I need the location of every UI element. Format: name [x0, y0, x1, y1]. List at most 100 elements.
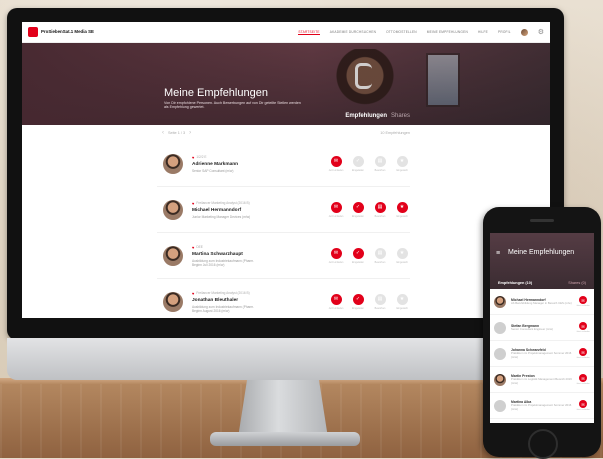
recommendation-count: 10 Empfehlungen	[380, 131, 410, 135]
action-label: Jetzt einladen	[328, 214, 344, 218]
list-item[interactable]: Martina Alba Praktikum im Projektmanagem…	[490, 393, 594, 419]
logo-mark-icon	[28, 27, 38, 37]
invited-action[interactable]: ✓ Eingeladen	[350, 155, 366, 172]
action-label: Eingeladen	[352, 168, 364, 172]
hero-tabs: Empfehlungen Shares	[345, 113, 410, 119]
phone-home-button[interactable]	[528, 429, 558, 459]
action-label: Beworben	[374, 306, 386, 310]
hired-action[interactable]: ★ Eingestellt	[394, 155, 410, 172]
list-item[interactable]: Michael Hermanndorf Ab Berufsbildung Man…	[490, 289, 594, 315]
tab-shares[interactable]: Shares	[391, 113, 410, 119]
star-icon: ★	[396, 293, 408, 305]
user-avatar[interactable]	[520, 28, 528, 36]
phone-header: ≡ Meine Empfehlungen Empfehlungen (10) S…	[490, 233, 594, 289]
phone-tab-shares[interactable]: Shares (0)	[568, 281, 586, 285]
hired-action[interactable]: ★ Eingestellt	[394, 201, 410, 218]
hamburger-menu-icon[interactable]: ≡	[496, 250, 500, 257]
list-item-info: Martin Preston Praktikum im Logistik Man…	[511, 374, 576, 385]
heart-icon: ♥	[192, 244, 195, 250]
row-desc: Junior Marketing Manager Devices (m/w)	[192, 214, 251, 219]
action-label: Jetzt einladen	[576, 305, 590, 307]
list-item[interactable]: Johanna Schwarzfeld Praktikum im Projekt…	[490, 341, 594, 367]
row-meta-text: Freilancer Marketing Analyst (2016 B)	[196, 291, 250, 295]
table-row[interactable]: ♥ Freilancer Marketing Analyst (2016 B) J…	[157, 279, 410, 318]
action-label: Jetzt einladen	[576, 383, 590, 385]
table-row[interactable]: ♥ 1/2/2 E Adrienne Markmann Senior SAP Co…	[157, 141, 410, 187]
invite-action[interactable]: ✉ Jetzt einladen	[576, 348, 590, 359]
phone-device: ≡ Meine Empfehlungen Empfehlungen (10) S…	[483, 207, 601, 459]
row-meta-text: Freilancer Marketing Analyst (2016 B)	[196, 201, 250, 205]
heart-icon: ♥	[192, 200, 195, 206]
page-indicator: Seite 1 / 3	[168, 131, 186, 135]
hero-banner: Meine Empfehlungen Von Dir empfohlene Pe…	[22, 43, 550, 125]
chevron-left-icon[interactable]: ‹	[162, 130, 164, 136]
action-label: Eingestellt	[396, 168, 408, 172]
chevron-right-icon[interactable]: ›	[189, 130, 191, 136]
recommendation-list: ♥ 1/2/2 E Adrienne Markmann Senior SAP Co…	[157, 141, 410, 318]
mail-icon: ✉	[330, 247, 342, 259]
applied-action[interactable]: ▤ Beworben	[372, 247, 388, 264]
phone-speaker	[530, 219, 554, 222]
tab-empfehlungen[interactable]: Empfehlungen	[345, 113, 387, 119]
avatar	[494, 347, 506, 360]
invited-action[interactable]: ✓ Eingeladen	[350, 201, 366, 218]
action-label: Jetzt einladen	[576, 331, 590, 333]
avatar	[163, 153, 183, 174]
table-row[interactable]: ♥ Freilancer Marketing Analyst (2016 B) M…	[157, 187, 410, 233]
applied-action[interactable]: ▤ Beworben	[372, 155, 388, 172]
gear-icon[interactable]: ⚙	[538, 29, 544, 36]
nav-item-akademie[interactable]: AKADEMIE DURCHSUCHEN	[330, 30, 376, 34]
document-icon: ▤	[374, 155, 386, 167]
invite-action[interactable]: ✉ Jetzt einladen	[328, 293, 344, 310]
row-info: ♥ Freilancer Marketing Analyst (2016 B) J…	[192, 291, 328, 313]
invite-action[interactable]: ✉ Jetzt einladen	[576, 322, 590, 333]
mail-icon: ✉	[330, 201, 342, 213]
page-title: Meine Empfehlungen	[164, 87, 268, 99]
hired-action[interactable]: ★ Eingestellt	[394, 247, 410, 264]
list-item-desc: Praktikum im Projektmanagement Sommer 20…	[511, 351, 572, 359]
invite-action[interactable]: ✉ Jetzt einladen	[328, 201, 344, 218]
list-item-desc: Ab Berufsbildung Manager in Bereich CES …	[511, 300, 572, 305]
hero-poster-image	[426, 53, 460, 107]
row-name: Martina Schwarzhaupt	[192, 251, 243, 257]
list-item-desc: Senior Consultant Engineer (m/w)	[511, 326, 553, 331]
action-label: Jetzt einladen	[328, 306, 344, 310]
heart-icon: ♥	[192, 154, 195, 160]
applied-action[interactable]: ▤ Beworben	[372, 201, 388, 218]
invite-action[interactable]: ✉ Jetzt einladen	[328, 247, 344, 264]
invite-action[interactable]: ✉ Jetzt einladen	[576, 374, 590, 385]
star-icon: ★	[396, 201, 408, 213]
nav-item-startseite[interactable]: STARTSEITE	[298, 30, 320, 35]
document-icon: ▤	[374, 247, 386, 259]
invite-action[interactable]: ✉ Jetzt einladen	[328, 155, 344, 172]
document-icon: ▤	[374, 293, 386, 305]
row-desc: Ausbildung zum Industriekaufmann (Pharm.…	[192, 258, 255, 267]
row-meta-text: 1/2/2 E	[196, 155, 207, 159]
nav-item-empfehlungen[interactable]: MEINE EMPFEHLUNGEN	[427, 30, 468, 34]
brand-logo[interactable]: ProSiebenSat.1 Media SE	[28, 27, 94, 37]
action-label: Jetzt einladen	[576, 409, 590, 411]
row-info: ♥ Freilancer Marketing Analyst (2016 B) M…	[192, 201, 328, 219]
row-info: ♥ 1/2/2 E Adrienne Markmann Senior SAP Co…	[192, 155, 328, 173]
hired-action[interactable]: ★ Eingestellt	[394, 293, 410, 310]
mail-icon: ✉	[579, 400, 587, 408]
table-row[interactable]: ♥ DEE Martina Schwarzhaupt Ausbildung zum…	[157, 233, 410, 279]
phone-screen: ≡ Meine Empfehlungen Empfehlungen (10) S…	[490, 233, 594, 423]
invite-action[interactable]: ✉ Jetzt einladen	[576, 296, 590, 307]
invited-action[interactable]: ✓ Eingeladen	[350, 293, 366, 310]
action-label: Eingestellt	[396, 306, 408, 310]
list-item[interactable]: Martin Preston Praktikum im Logistik Man…	[490, 367, 594, 393]
applied-action[interactable]: ▤ Beworben	[372, 293, 388, 310]
nav-item-hilfe[interactable]: HILFE	[478, 30, 488, 34]
nav-item-profil[interactable]: PROFIL	[498, 30, 511, 34]
imac-chin	[7, 338, 564, 380]
logo-text: ProSiebenSat.1 Media SE	[41, 28, 94, 34]
invite-action[interactable]: ✉ Jetzt einladen	[576, 400, 590, 411]
invited-action[interactable]: ✓ Eingeladen	[350, 247, 366, 264]
phone-tab-empfehlungen[interactable]: Empfehlungen (10)	[498, 281, 532, 285]
list-item[interactable]: Stefan Bergmann Senior Consultant Engine…	[490, 315, 594, 341]
list-header: ‹ Seite 1 / 3 › 10 Empfehlungen	[162, 125, 410, 141]
action-label: Eingeladen	[352, 260, 364, 264]
action-label: Eingestellt	[396, 214, 408, 218]
nav-item-stellen[interactable]: OTTOMOSTELLEN	[386, 30, 417, 34]
